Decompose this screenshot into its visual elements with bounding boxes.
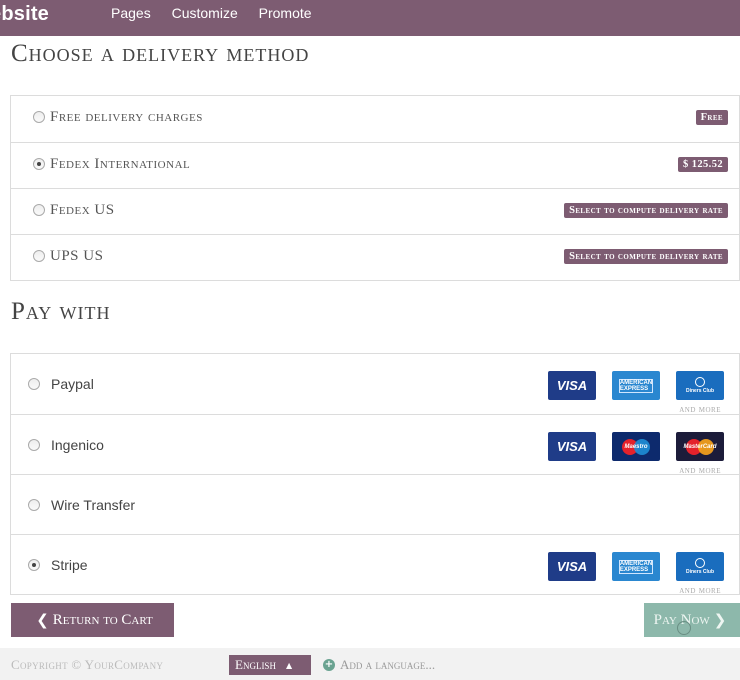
- delivery-radio-fedex-international[interactable]: [33, 158, 45, 170]
- visa-card-icon: VISA: [548, 552, 596, 581]
- delivery-methods-list: Free delivery charges Free Fedex Interna…: [10, 95, 740, 281]
- mastercard-card-icon: MasterCard: [676, 432, 724, 461]
- amex-card-icon: AMERICAN EXPRESS: [612, 371, 660, 400]
- delivery-section-title: Choose a delivery method: [11, 40, 310, 67]
- nav-pages[interactable]: Pages: [111, 5, 151, 21]
- chevron-left-icon: ❮: [36, 611, 49, 629]
- payment-label: Wire Transfer: [51, 497, 136, 513]
- amex-card-icon: AMERICAN EXPRESS: [612, 552, 660, 581]
- top-nav-menu: Pages Customize Promote: [111, 5, 329, 21]
- payment-radio-ingenico[interactable]: [28, 439, 40, 451]
- footer: Copyright © YourCompany English ▲ + Add …: [0, 648, 740, 680]
- delivery-radio-free[interactable]: [33, 111, 45, 123]
- payment-option-paypal[interactable]: Paypal VISA AMERICAN EXPRESS Diners Club…: [11, 354, 739, 415]
- language-label: English: [235, 657, 276, 672]
- top-navbar: ebsite Pages Customize Promote: [0, 0, 740, 36]
- language-selector[interactable]: English ▲: [229, 655, 311, 675]
- payment-label: Paypal: [51, 376, 94, 392]
- payment-option-stripe[interactable]: Stripe VISA AMERICAN EXPRESS Diners Club…: [11, 534, 739, 596]
- diners-club-card-icon: Diners Club: [676, 371, 724, 400]
- visa-card-icon: VISA: [548, 371, 596, 400]
- delivery-option-ups-us[interactable]: UPS US Select to compute delivery rate: [11, 234, 739, 280]
- accepted-cards: VISA AMERICAN EXPRESS Diners Club: [548, 552, 724, 582]
- payment-radio-paypal[interactable]: [28, 378, 40, 390]
- return-to-cart-button[interactable]: ❮ Return to Cart: [11, 603, 174, 637]
- payment-label: Stripe: [51, 557, 88, 573]
- delivery-radio-fedex-us[interactable]: [33, 204, 45, 216]
- payment-option-wire-transfer[interactable]: Wire Transfer: [11, 474, 739, 534]
- payment-methods-list: Paypal VISA AMERICAN EXPRESS Diners Club…: [10, 353, 740, 596]
- accepted-cards: VISA AMERICAN EXPRESS Diners Club: [548, 371, 724, 401]
- payment-radio-wire-transfer[interactable]: [28, 499, 40, 511]
- delivery-price-badge: Select to compute delivery rate: [564, 249, 728, 264]
- plus-circle-icon: +: [323, 659, 335, 671]
- delivery-option-fedex-us[interactable]: Fedex US Select to compute delivery rate: [11, 188, 739, 234]
- diners-club-card-icon: Diners Club: [676, 552, 724, 581]
- add-language-label: Add a language...: [340, 657, 436, 672]
- click-indicator-icon: [677, 621, 691, 635]
- delivery-label: UPS US: [50, 248, 104, 264]
- nav-promote[interactable]: Promote: [259, 5, 312, 21]
- payment-option-ingenico[interactable]: Ingenico VISA Maestro MasterCard and mor…: [11, 414, 739, 476]
- delivery-option-fedex-international[interactable]: Fedex International $ 125.52: [11, 142, 739, 188]
- delivery-price-badge: Free: [695, 110, 728, 125]
- add-language-link[interactable]: + Add a language...: [323, 657, 435, 673]
- delivery-option-free[interactable]: Free delivery charges Free: [11, 96, 739, 142]
- delivery-price-badge: $ 125.52: [678, 157, 728, 172]
- delivery-label: Fedex US: [50, 202, 115, 218]
- nav-customize[interactable]: Customize: [172, 5, 238, 21]
- delivery-radio-ups-us[interactable]: [33, 250, 45, 262]
- delivery-label: Free delivery charges: [50, 109, 203, 125]
- website-menu[interactable]: ebsite: [0, 3, 49, 26]
- copyright-text: Copyright © YourCompany: [11, 657, 164, 672]
- delivery-label: Fedex International: [50, 156, 191, 172]
- return-to-cart-label: Return to Cart: [52, 611, 153, 628]
- payment-radio-stripe[interactable]: [28, 559, 40, 571]
- delivery-price-badge: Select to compute delivery rate: [564, 203, 728, 218]
- chevron-right-icon: ❯: [713, 611, 727, 629]
- payment-section-title: Pay with: [11, 298, 111, 325]
- visa-card-icon: VISA: [548, 432, 596, 461]
- and-more-label: and more: [679, 586, 721, 596]
- pay-now-button[interactable]: Pay Now ❯: [644, 603, 740, 637]
- payment-label: Ingenico: [51, 437, 104, 453]
- maestro-card-icon: Maestro: [612, 432, 660, 461]
- accepted-cards: VISA Maestro MasterCard: [548, 432, 724, 462]
- caret-up-icon: ▲: [285, 660, 293, 670]
